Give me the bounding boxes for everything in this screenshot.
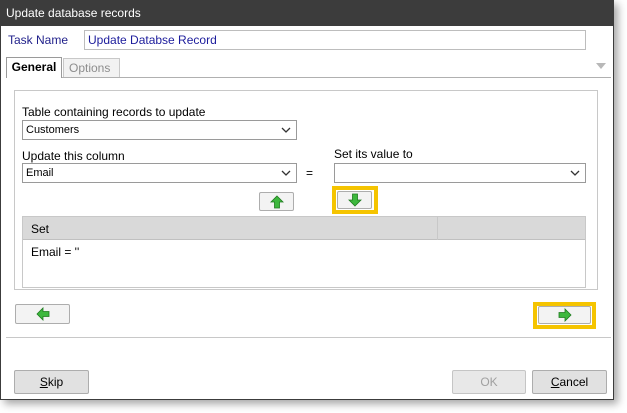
grid-header: Set	[23, 217, 585, 240]
footer-divider	[6, 337, 611, 338]
grid-header-set: Set	[31, 222, 50, 236]
skip-mnemonic: S	[39, 375, 48, 389]
chevron-down-icon	[280, 124, 292, 136]
cancel-label: ancel	[559, 375, 589, 389]
move-up-button[interactable]	[259, 192, 294, 211]
back-button[interactable]	[15, 304, 70, 324]
task-name-input[interactable]: Update Databse Record	[84, 30, 586, 50]
chevron-down-icon	[280, 167, 292, 179]
value-label: Set its value to	[334, 147, 413, 161]
tab-general[interactable]: General	[6, 57, 62, 78]
table-select-value: Customers	[26, 124, 80, 136]
tab-divider	[6, 77, 611, 78]
equals-sign: =	[306, 166, 314, 180]
skip-button[interactable]: Skip	[14, 370, 89, 394]
grid-header-separator	[437, 217, 438, 240]
window-title: Update database records	[1, 1, 613, 26]
table-row[interactable]: Email = ''	[31, 245, 79, 259]
column-select[interactable]: Email	[22, 163, 297, 183]
table-label: Table containing records to update	[22, 105, 206, 119]
cancel-button[interactable]: Cancel	[532, 370, 607, 394]
value-select[interactable]	[334, 163, 586, 183]
column-label: Update this column	[22, 149, 125, 163]
tab-options[interactable]: Options	[63, 58, 120, 78]
ok-button[interactable]: OK	[452, 370, 526, 394]
next-button[interactable]	[538, 306, 591, 324]
chevron-down-icon	[569, 167, 581, 179]
set-grid[interactable]: Set Email = ''	[22, 216, 586, 288]
table-select[interactable]: Customers	[22, 120, 297, 140]
task-name-label: Task Name	[8, 33, 69, 47]
skip-label: kip	[47, 375, 64, 389]
move-down-button[interactable]	[337, 191, 372, 209]
tab-scroll-down-icon[interactable]	[596, 63, 606, 69]
column-select-value: Email	[26, 167, 54, 179]
dialog-window: Update database records Task Name Update…	[0, 0, 614, 400]
